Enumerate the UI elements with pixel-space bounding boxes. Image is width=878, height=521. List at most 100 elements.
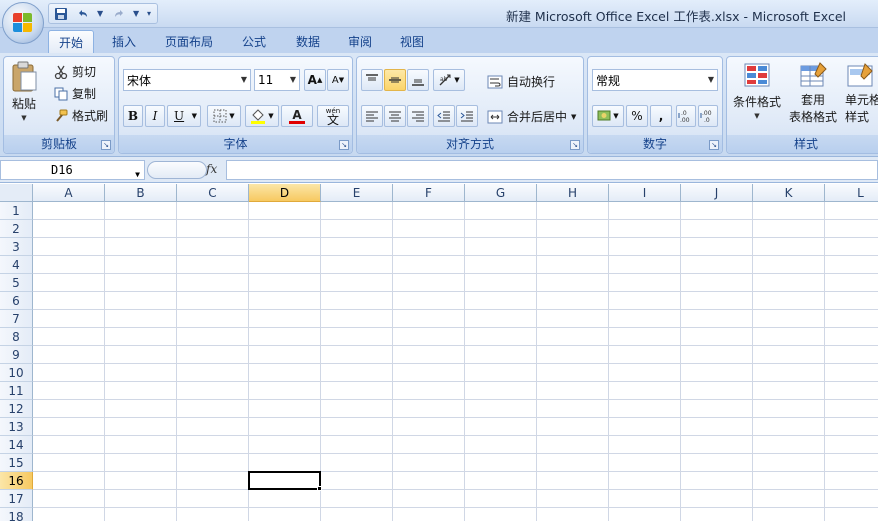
align-left-button[interactable]: [361, 105, 383, 127]
tab-home[interactable]: 开始: [48, 30, 94, 53]
number-dialog-launcher-icon[interactable]: ↘: [709, 140, 719, 150]
number-format-combo[interactable]: 常规 ▼: [592, 69, 718, 91]
name-box[interactable]: D16 ▼: [0, 160, 145, 180]
alignment-dialog-launcher-icon[interactable]: ↘: [570, 140, 580, 150]
row-header-3[interactable]: 3: [0, 238, 33, 256]
conditional-formatting-button[interactable]: 条件格式 ▼: [731, 61, 783, 120]
office-logo-icon: [13, 13, 33, 33]
column-header-a[interactable]: A: [33, 184, 105, 202]
number-group: 常规 ▼ ▼ % , .0.00 .00.0 数字 ↘: [587, 56, 723, 154]
row-header-12[interactable]: 12: [0, 400, 33, 418]
align-right-button[interactable]: [407, 105, 429, 127]
column-header-b[interactable]: B: [105, 184, 177, 202]
tab-review[interactable]: 审阅: [338, 30, 382, 53]
save-icon[interactable]: [53, 6, 69, 22]
font-dialog-launcher-icon[interactable]: ↘: [339, 140, 349, 150]
align-bottom-button[interactable]: [407, 69, 429, 91]
row-header-11[interactable]: 11: [0, 382, 33, 400]
grow-font-icon: A: [307, 73, 317, 87]
merge-center-button[interactable]: 合并后居中 ▼: [487, 108, 576, 125]
decrease-decimal-button[interactable]: .00.0: [698, 105, 718, 127]
row-header-16[interactable]: 16: [0, 472, 33, 490]
column-header-h[interactable]: H: [537, 184, 609, 202]
borders-button[interactable]: ▼: [207, 105, 241, 127]
column-header-f[interactable]: F: [393, 184, 465, 202]
fill-color-button[interactable]: ▼: [245, 105, 279, 127]
row-header-6[interactable]: 6: [0, 292, 33, 310]
paintbrush-icon: [54, 109, 68, 123]
format-painter-button[interactable]: 格式刷: [54, 107, 108, 124]
office-button[interactable]: [2, 2, 44, 44]
clipboard-dialog-launcher-icon[interactable]: ↘: [101, 140, 111, 150]
row-header-1[interactable]: 1: [0, 202, 33, 220]
row-header-15[interactable]: 15: [0, 454, 33, 472]
decrease-indent-button[interactable]: [433, 105, 455, 127]
column-header-c[interactable]: C: [177, 184, 249, 202]
undo-icon[interactable]: [75, 6, 91, 22]
row-header-14[interactable]: 14: [0, 436, 33, 454]
grow-font-button[interactable]: A ▲: [304, 69, 326, 91]
redo-dropdown-icon[interactable]: ▼: [133, 6, 141, 22]
orientation-button[interactable]: ab ▼: [433, 69, 465, 91]
align-center-button[interactable]: [384, 105, 406, 127]
select-all-button[interactable]: [0, 184, 33, 202]
font-name-combo[interactable]: 宋体 ▼: [123, 69, 251, 91]
row-header-13[interactable]: 13: [0, 418, 33, 436]
copy-button[interactable]: 复制: [54, 85, 96, 102]
svg-text:.0: .0: [681, 110, 687, 117]
paste-dropdown-icon[interactable]: ▼: [21, 114, 26, 122]
phonetic-button[interactable]: wén 文: [317, 105, 349, 127]
redo-icon[interactable]: [111, 6, 127, 22]
align-middle-button[interactable]: [384, 69, 406, 91]
font-color-button[interactable]: A: [281, 105, 313, 127]
tab-insert[interactable]: 插入: [100, 30, 148, 53]
row-header-2[interactable]: 2: [0, 220, 33, 238]
conditional-formatting-icon: [742, 61, 772, 91]
underline-button[interactable]: U ▼: [167, 105, 201, 127]
increase-indent-button[interactable]: [456, 105, 478, 127]
format-as-table-button[interactable]: 套用 表格格式: [787, 61, 839, 125]
accounting-format-button[interactable]: ▼: [592, 105, 624, 127]
tab-page-layout[interactable]: 页面布局: [158, 30, 220, 53]
cell-styles-button[interactable]: 单元格 样式: [845, 61, 878, 125]
row-header-4[interactable]: 4: [0, 256, 33, 274]
percent-button[interactable]: %: [626, 105, 648, 127]
formula-input[interactable]: [226, 160, 878, 180]
increase-decimal-button[interactable]: .0.00: [676, 105, 696, 127]
row-header-8[interactable]: 8: [0, 328, 33, 346]
cell-gridlines[interactable]: [33, 202, 878, 521]
fill-handle[interactable]: [317, 486, 322, 491]
undo-dropdown-icon[interactable]: ▼: [97, 6, 105, 22]
italic-button[interactable]: I: [145, 105, 165, 127]
font-size-combo[interactable]: 11 ▼: [254, 69, 300, 91]
active-cell[interactable]: [248, 471, 321, 490]
column-header-e[interactable]: E: [321, 184, 393, 202]
row-header-18[interactable]: 18: [0, 508, 33, 521]
row-header-7[interactable]: 7: [0, 310, 33, 328]
chevron-down-icon[interactable]: ▼: [135, 166, 140, 184]
cell-styles-label-2: 样式: [845, 110, 870, 124]
row-header-9[interactable]: 9: [0, 346, 33, 364]
paste-button[interactable]: 粘贴 ▼: [10, 61, 38, 122]
row-header-17[interactable]: 17: [0, 490, 33, 508]
column-header-j[interactable]: J: [681, 184, 753, 202]
cut-button[interactable]: 剪切: [54, 63, 96, 80]
insert-function-button[interactable]: fx: [206, 162, 224, 178]
shrink-font-button[interactable]: A ▼: [327, 69, 349, 91]
bold-button[interactable]: B: [123, 105, 143, 127]
column-header-l[interactable]: L: [825, 184, 878, 202]
column-header-g[interactable]: G: [465, 184, 537, 202]
column-header-d[interactable]: D: [249, 184, 321, 202]
tab-data[interactable]: 数据: [286, 30, 330, 53]
column-header-k[interactable]: K: [753, 184, 825, 202]
row-header-10[interactable]: 10: [0, 364, 33, 382]
wrap-text-button[interactable]: 自动换行: [487, 73, 555, 90]
tab-view[interactable]: 视图: [390, 30, 434, 53]
column-header-i[interactable]: I: [609, 184, 681, 202]
formula-bar-expand-handle[interactable]: [147, 161, 207, 179]
comma-style-button[interactable]: ,: [650, 105, 672, 127]
row-header-5[interactable]: 5: [0, 274, 33, 292]
customize-qat-icon[interactable]: ▾: [147, 6, 155, 22]
align-top-button[interactable]: [361, 69, 383, 91]
tab-formulas[interactable]: 公式: [232, 30, 276, 53]
